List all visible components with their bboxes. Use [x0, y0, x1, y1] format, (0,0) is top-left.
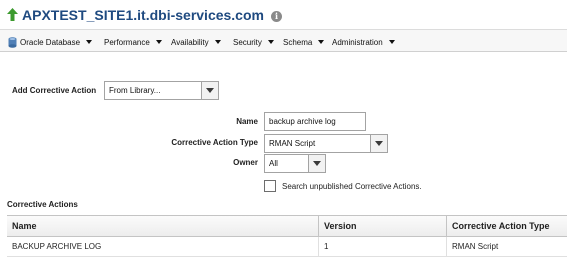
- column-header-type[interactable]: Corrective Action Type: [447, 216, 567, 237]
- corrective-action-type-select[interactable]: RMAN Script: [264, 134, 388, 153]
- cell-name: BACKUP ARCHIVE LOG: [7, 237, 319, 257]
- cell-type: RMAN Script: [452, 242, 499, 251]
- menu-availability[interactable]: Availability: [171, 35, 221, 49]
- cell-version: 1: [319, 237, 447, 257]
- caret-down-icon: [318, 40, 325, 44]
- table-row[interactable]: BACKUP ARCHIVE LOG 1 RMAN Script: [7, 237, 567, 257]
- select-value: All: [269, 159, 278, 168]
- menu-security[interactable]: Security: [233, 35, 274, 49]
- target-menu-bar: Oracle Database Performance Availability…: [0, 29, 567, 52]
- menu-label: Availability: [171, 37, 209, 47]
- column-header-name[interactable]: Name: [7, 216, 319, 237]
- owner-label: Owner: [233, 158, 258, 167]
- add-corrective-action-select[interactable]: From Library...: [104, 81, 219, 100]
- page-title: APXTEST_SITE1.it.dbi-services.com: [22, 7, 264, 23]
- caret-down-icon: [267, 40, 274, 44]
- menu-label: Security: [233, 37, 262, 47]
- name-input[interactable]: backup archive log: [264, 112, 366, 131]
- info-icon[interactable]: i: [271, 11, 282, 22]
- corrective-actions-table: Name Version Corrective Action Type BACK…: [7, 215, 567, 257]
- page-header: APXTEST_SITE1.it.dbi-services.com i: [0, 0, 567, 28]
- corrective-action-type-label: Corrective Action Type: [171, 138, 258, 147]
- select-value: From Library...: [109, 86, 161, 95]
- add-corrective-action-label: Add Corrective Action: [12, 86, 97, 95]
- menu-performance[interactable]: Performance: [104, 35, 162, 49]
- menu-label: Performance: [104, 37, 150, 47]
- caret-down-icon: [155, 40, 162, 44]
- corrective-actions-title: Corrective Actions: [7, 200, 78, 209]
- column-header-version[interactable]: Version: [319, 216, 447, 237]
- menu-label: Oracle Database: [20, 37, 81, 47]
- caret-down-icon: [214, 40, 221, 44]
- menu-schema[interactable]: Schema: [283, 35, 325, 49]
- dropdown-arrow-icon[interactable]: [308, 155, 325, 172]
- up-arrow-icon: [7, 8, 18, 21]
- menu-oracle-database[interactable]: Oracle Database: [8, 35, 93, 49]
- select-value: RMAN Script: [269, 139, 316, 148]
- menu-label: Administration: [332, 37, 383, 47]
- database-icon: [8, 36, 17, 48]
- menu-administration[interactable]: Administration: [332, 35, 395, 49]
- owner-select[interactable]: All: [264, 154, 326, 173]
- search-unpublished-checkbox[interactable]: [264, 180, 276, 192]
- dropdown-arrow-icon[interactable]: [201, 82, 218, 99]
- name-label: Name: [236, 117, 258, 126]
- dropdown-arrow-icon[interactable]: [370, 135, 387, 152]
- menu-label: Schema: [283, 37, 313, 47]
- caret-down-icon: [388, 40, 395, 44]
- table-header-row: Name Version Corrective Action Type: [7, 216, 567, 237]
- search-unpublished-label[interactable]: Search unpublished Corrective Actions.: [282, 182, 422, 191]
- caret-down-icon: [86, 40, 93, 44]
